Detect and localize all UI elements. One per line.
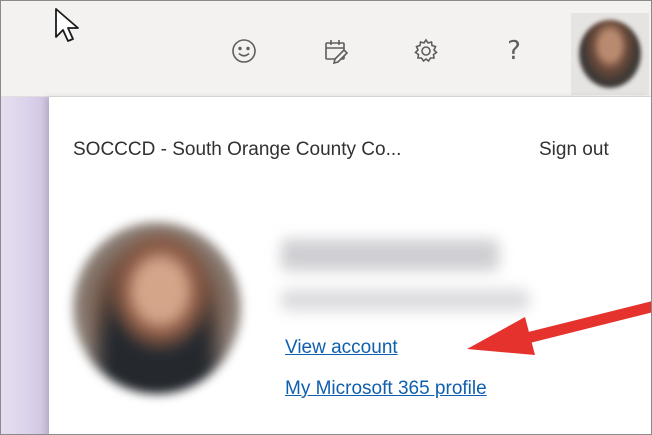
- smiley-icon[interactable]: [227, 34, 261, 68]
- view-account-link[interactable]: View account: [285, 337, 398, 359]
- account-avatar-button[interactable]: [571, 13, 649, 95]
- my-day-icon[interactable]: [319, 34, 353, 68]
- organization-name: SOCCCD - South Orange County Co...: [73, 139, 402, 160]
- m365-profile-link[interactable]: My Microsoft 365 profile: [285, 378, 487, 400]
- app-window: ? SOCCCD - South Orange County Co... Sig…: [0, 0, 652, 435]
- profile-photo[interactable]: [73, 222, 241, 394]
- avatar: [579, 20, 641, 88]
- help-glyph: ?: [507, 36, 521, 66]
- sign-out-button[interactable]: Sign out: [539, 139, 609, 161]
- background-page-edge: [1, 97, 49, 434]
- redacted-display-name: [281, 239, 499, 271]
- mouse-cursor-icon: [55, 8, 79, 42]
- annotation-arrow-icon: [467, 301, 651, 355]
- help-icon[interactable]: ?: [497, 34, 531, 68]
- settings-icon[interactable]: [409, 34, 443, 68]
- account-manager-panel: SOCCCD - South Orange County Co... Sign …: [49, 97, 651, 434]
- suite-header: ?: [1, 1, 651, 97]
